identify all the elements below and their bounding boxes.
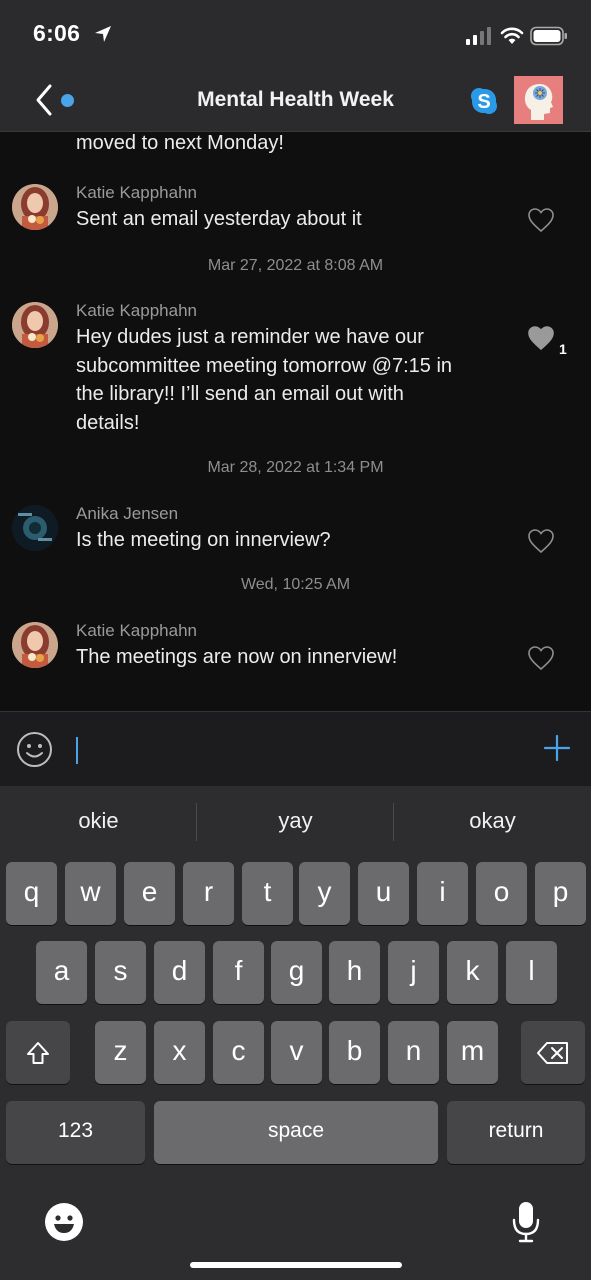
key-q[interactable]: q <box>6 862 57 925</box>
smiley-icon[interactable] <box>16 731 53 768</box>
shift-icon <box>27 1041 49 1064</box>
message-text: The meetings are now on innerview! <box>76 646 398 668</box>
message-line: Hey dudes just a reminder we have our <box>76 326 424 348</box>
message-text: Sent an email yesterday about it <box>76 208 362 230</box>
key-n[interactable]: n <box>388 1021 439 1084</box>
key-m[interactable]: m <box>447 1021 498 1084</box>
heart-outline-icon[interactable] <box>527 645 555 671</box>
suggestion-item[interactable]: okay <box>394 808 591 834</box>
space-key[interactable]: space <box>154 1101 438 1164</box>
key-a[interactable]: a <box>36 941 87 1004</box>
status-time: 6:06 <box>33 20 81 46</box>
key-z[interactable]: z <box>95 1021 146 1084</box>
skype-icon[interactable]: S <box>468 85 500 117</box>
key-f[interactable]: f <box>213 941 264 1004</box>
message: Katie Kapphahn Hey dudes just a reminder… <box>0 298 591 438</box>
keyboard: okie yay okay q w e r t y u i o p a s d … <box>0 786 591 1280</box>
sender-name: Katie Kapphahn <box>76 183 197 202</box>
heart-outline-icon[interactable] <box>527 207 555 233</box>
key-c[interactable]: c <box>213 1021 264 1084</box>
emoji-keyboard-icon[interactable] <box>44 1202 84 1242</box>
key-i[interactable]: i <box>417 862 468 925</box>
date-separator: Mar 27, 2022 at 8:08 AM <box>207 257 384 274</box>
message-list[interactable]: moved to next Monday! Katie Kapphahn Sen… <box>0 132 591 711</box>
key-l[interactable]: l <box>506 941 557 1004</box>
key-j[interactable]: j <box>388 941 439 1004</box>
key-b[interactable]: b <box>329 1021 380 1084</box>
key-k[interactable]: k <box>447 941 498 1004</box>
sender-name: Katie Kapphahn <box>76 301 197 320</box>
like-count: 1 <box>559 341 567 357</box>
shift-key[interactable] <box>6 1021 70 1084</box>
key-r[interactable]: r <box>183 862 234 925</box>
message-line: subcommittee meeting tomorrow @7:15 in <box>76 354 453 377</box>
home-indicator <box>190 1262 402 1268</box>
key-d[interactable]: d <box>154 941 205 1004</box>
date-separator: Mar 28, 2022 at 1:34 PM <box>207 459 384 476</box>
group-avatar[interactable] <box>514 76 563 124</box>
key-v[interactable]: v <box>271 1021 322 1084</box>
key-t[interactable]: t <box>242 862 293 925</box>
message-text: Is the meeting on innerview? <box>76 529 331 551</box>
key-o[interactable]: o <box>476 862 527 925</box>
key-x[interactable]: x <box>154 1021 205 1084</box>
return-key[interactable]: return <box>447 1101 585 1164</box>
brain-head-icon <box>524 83 553 120</box>
avatar[interactable] <box>12 505 58 551</box>
avatar[interactable] <box>12 302 58 348</box>
avatar[interactable] <box>12 622 58 668</box>
avatar[interactable] <box>12 184 58 230</box>
heart-outline-icon[interactable] <box>527 528 555 554</box>
key-s[interactable]: s <box>95 941 146 1004</box>
conversation-title: Mental Health Week <box>197 88 394 111</box>
status-bar: 6:06 <box>0 0 591 70</box>
key-g[interactable]: g <box>271 941 322 1004</box>
numbers-key[interactable]: 123 <box>6 1101 145 1164</box>
plus-icon[interactable] <box>543 734 571 762</box>
message-line: the library!! I’ll send an email out wit… <box>76 383 404 405</box>
battery-icon <box>530 26 567 46</box>
suggestion-item[interactable]: yay <box>197 808 394 834</box>
navigation-bar: Mental Health Week S <box>0 70 591 132</box>
microphone-icon[interactable] <box>511 1200 541 1244</box>
message-line: details! <box>76 411 140 434</box>
backspace-key[interactable] <box>521 1021 585 1084</box>
suggestion-bar: okie yay okay <box>0 786 591 858</box>
key-u[interactable]: u <box>358 862 409 925</box>
message: Katie Kapphahn Sent an email yesterday a… <box>0 180 591 240</box>
key-w[interactable]: w <box>65 862 116 925</box>
key-e[interactable]: e <box>124 862 175 925</box>
wifi-icon <box>500 27 524 44</box>
cellular-signal-icon <box>466 27 491 45</box>
message-text: Hey dudes just a reminder we have our su… <box>76 323 516 437</box>
key-h[interactable]: h <box>329 941 380 1004</box>
backspace-icon <box>537 1041 568 1064</box>
date-separator: Wed, 10:25 AM <box>240 576 351 593</box>
sender-name: Anika Jensen <box>76 504 179 523</box>
heart-filled-icon[interactable] <box>527 325 555 351</box>
suggestion-item[interactable]: okie <box>0 808 197 834</box>
message-text: moved to next Monday! <box>76 132 284 154</box>
location-arrow-icon <box>95 26 111 42</box>
sender-name: Katie Kapphahn <box>76 621 197 640</box>
key-y[interactable]: y <box>299 862 350 925</box>
key-p[interactable]: p <box>535 862 586 925</box>
message: Katie Kapphahn The meetings are now on i… <box>0 618 591 678</box>
svg-text:S: S <box>477 91 490 113</box>
message: Anika Jensen Is the meeting on innerview… <box>0 501 591 561</box>
message-input[interactable] <box>76 737 78 764</box>
message-composer <box>0 711 591 786</box>
